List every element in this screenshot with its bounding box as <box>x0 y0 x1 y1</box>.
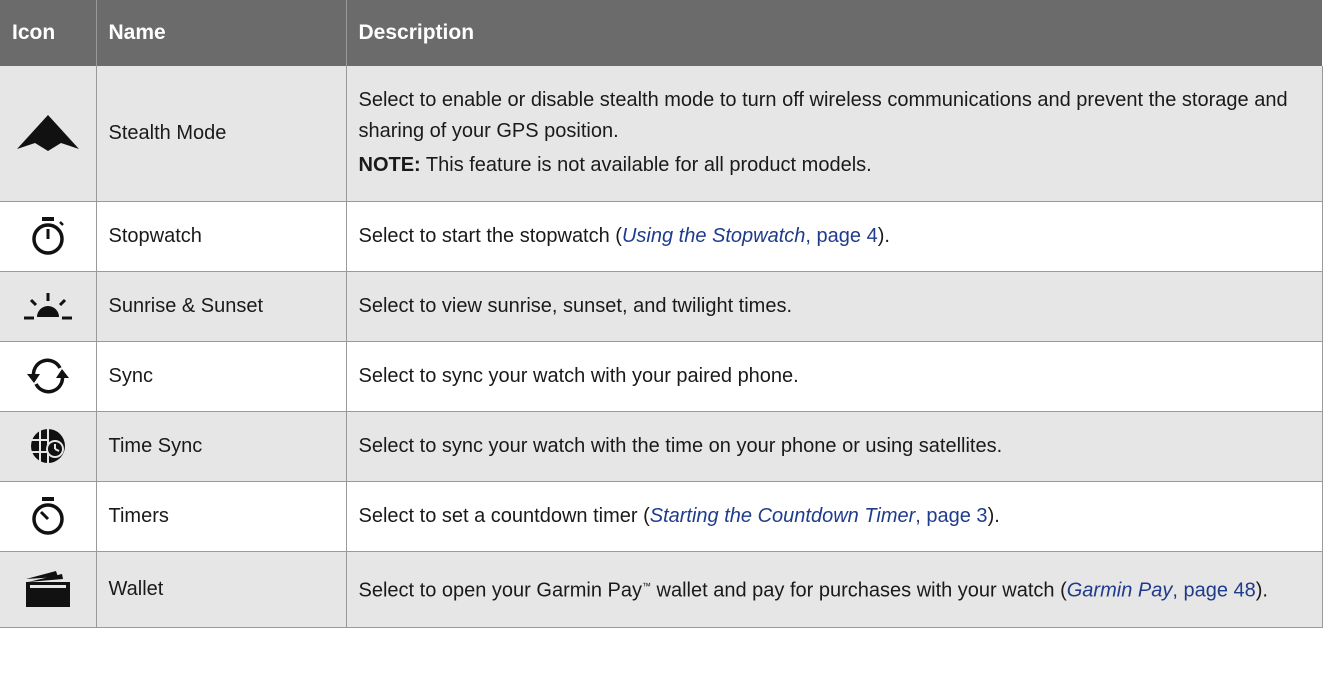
description-end: ). <box>877 224 890 247</box>
row-name: Timers <box>96 481 347 552</box>
icon-cell <box>0 341 97 412</box>
row-description: Select to open your Garmin Pay™ wallet a… <box>346 551 1323 628</box>
row-description: Select to sync your watch with the time … <box>346 411 1323 482</box>
time-sync-globe-icon <box>30 429 65 463</box>
note-text: This feature is not available for all pr… <box>420 154 872 177</box>
link-using-the-stopwatch[interactable]: Using the Stopwatch <box>622 225 805 247</box>
icon-cell <box>0 66 97 202</box>
page-reference[interactable]: , page 3 <box>915 505 987 527</box>
icon-cell <box>0 551 97 628</box>
table-row: Sync Select to sync your watch with your… <box>0 341 1323 412</box>
description-text-continued: wallet and pay for purchases with your w… <box>650 579 1067 602</box>
table-header-row: Icon Name Description <box>0 0 1322 66</box>
page-reference[interactable]: , page 48 <box>1172 580 1255 602</box>
stopwatch-icon <box>32 217 64 255</box>
row-name: Stealth Mode <box>96 66 347 202</box>
table-row: Time Sync Select to sync your watch with… <box>0 411 1323 482</box>
description-text: Select to enable or disable stealth mode… <box>358 89 1288 143</box>
row-name: Sync <box>96 341 347 412</box>
sunrise-sunset-icon <box>23 293 72 320</box>
sync-icon <box>26 358 69 394</box>
table-row: Stealth Mode Select to enable or disable… <box>0 66 1323 202</box>
icon-cell <box>0 201 97 272</box>
icon-cell <box>0 481 97 552</box>
table-row: Sunrise & Sunset Select to view sunrise,… <box>0 271 1323 342</box>
link-starting-the-countdown-timer[interactable]: Starting the Countdown Timer <box>650 505 916 527</box>
description-end: ). <box>987 504 1000 527</box>
page-reference[interactable]: , page 4 <box>805 225 877 247</box>
note-label: NOTE: <box>358 154 421 177</box>
icon-cell <box>0 411 97 482</box>
description-end: ). <box>1255 579 1268 602</box>
row-name: Wallet <box>96 551 347 628</box>
table-row: Stopwatch Select to start the stopwatch … <box>0 201 1323 272</box>
icon-reference-table: Icon Name Description Stealth Mode Selec… <box>0 0 1323 628</box>
description-text: Select to start the stopwatch ( <box>358 224 622 247</box>
icon-cell <box>0 271 97 342</box>
header-description: Description <box>346 0 1322 66</box>
link-garmin-pay[interactable]: Garmin Pay <box>1067 580 1173 602</box>
header-icon: Icon <box>0 0 97 66</box>
table-row: Wallet Select to open your Garmin Pay™ w… <box>0 551 1323 628</box>
row-description: Select to sync your watch with your pair… <box>346 341 1323 412</box>
note: NOTE: This feature is not available for … <box>359 150 1310 181</box>
row-description: Select to enable or disable stealth mode… <box>346 66 1323 202</box>
stealth-mode-icon <box>16 115 79 152</box>
description-text: Select to open your Garmin Pay <box>358 579 642 602</box>
row-name: Stopwatch <box>96 201 347 272</box>
row-name: Sunrise & Sunset <box>96 271 347 342</box>
trademark-symbol: ™ <box>641 581 651 592</box>
timer-icon <box>32 497 64 535</box>
wallet-icon <box>25 571 70 607</box>
row-name: Time Sync <box>96 411 347 482</box>
header-name: Name <box>96 0 347 66</box>
row-description: Select to start the stopwatch (Using the… <box>346 201 1323 272</box>
row-description: Select to view sunrise, sunset, and twil… <box>346 271 1323 342</box>
description-text: Select to set a countdown timer ( <box>358 504 650 527</box>
row-description: Select to set a countdown timer (Startin… <box>346 481 1323 552</box>
table-row: Timers Select to set a countdown timer (… <box>0 481 1323 552</box>
